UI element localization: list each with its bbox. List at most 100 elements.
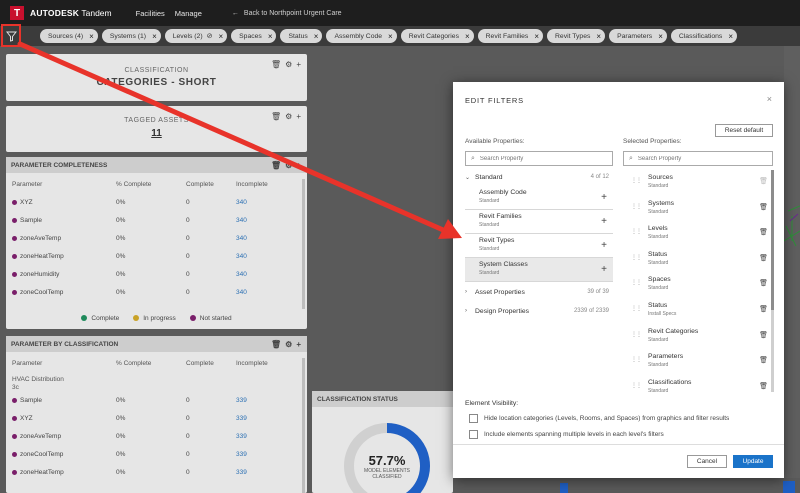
scrollbar[interactable] — [302, 358, 305, 493]
back-link[interactable]: ← Back to Northpoint Urgent Care — [232, 10, 342, 17]
checkbox[interactable] — [469, 414, 478, 423]
incomplete-link[interactable]: 340 — [236, 199, 247, 206]
drag-handle-icon[interactable]: ⋮⋮ — [631, 203, 642, 210]
gear-icon[interactable]: ⚙ — [285, 340, 292, 349]
update-button[interactable]: Update — [733, 455, 773, 468]
drag-handle-icon[interactable]: ⋮⋮ — [631, 254, 642, 261]
incomplete-link[interactable]: 339 — [236, 469, 247, 476]
trash-icon[interactable]: 🗑 — [759, 254, 768, 262]
incomplete-link[interactable]: 340 — [236, 235, 247, 242]
incomplete-link[interactable]: 339 — [236, 433, 247, 440]
cancel-button[interactable]: Cancel — [687, 455, 727, 468]
selected-search[interactable]: ⌕ — [623, 151, 773, 166]
close-icon[interactable]: × — [89, 32, 94, 41]
add-icon[interactable]: + — [601, 240, 607, 251]
close-icon[interactable]: × — [728, 32, 733, 41]
selected-property-item[interactable]: ⋮⋮ Status Install Specs 🗑 — [628, 300, 772, 326]
close-icon[interactable]: × — [314, 32, 319, 41]
table-row[interactable]: Sample 0% 0 339 — [6, 397, 307, 415]
table-row[interactable]: zoneCoolTemp 0% 0 339 — [6, 451, 307, 469]
nav-manage[interactable]: Manage — [175, 9, 202, 18]
tagged-assets-value[interactable]: 11 — [6, 128, 307, 139]
trash-icon[interactable]: 🗑 — [759, 279, 768, 287]
filter-chip[interactable]: Spaces × — [231, 29, 277, 43]
selected-property-item[interactable]: ⋮⋮ Revit Categories Standard 🗑 — [628, 326, 772, 352]
available-property-item[interactable]: System Classes Standard + — [465, 258, 613, 282]
add-icon[interactable]: + — [601, 264, 607, 275]
trash-icon[interactable]: 🗑 — [759, 331, 768, 339]
selected-property-item[interactable]: ⋮⋮ Classifications Standard 🗑 — [628, 377, 772, 403]
incomplete-link[interactable]: 339 — [236, 451, 247, 458]
table-row[interactable]: zoneHeatTemp 0% 0 340 — [6, 253, 307, 271]
checkbox[interactable] — [469, 430, 478, 439]
close-icon[interactable]: × — [152, 32, 157, 41]
nav-facilities[interactable]: Facilities — [136, 9, 165, 18]
incomplete-link[interactable]: 339 — [236, 397, 247, 404]
plus-icon[interactable]: + — [296, 161, 301, 170]
selected-search-input[interactable] — [637, 155, 748, 162]
table-row[interactable]: zoneHumidity 0% 0 340 — [6, 271, 307, 289]
table-row[interactable]: XYZ 0% 0 340 — [6, 199, 307, 217]
reset-default-button[interactable]: Reset default — [715, 124, 773, 137]
incomplete-link[interactable]: 340 — [236, 253, 247, 260]
available-search[interactable]: ⌕ — [465, 151, 613, 166]
incomplete-link[interactable]: 340 — [236, 289, 247, 296]
incomplete-link[interactable]: 340 — [236, 217, 247, 224]
trash-icon[interactable]: 🗑 — [271, 161, 281, 170]
filter-chip[interactable]: Assembly Code × — [326, 29, 397, 43]
drag-handle-icon[interactable]: ⋮⋮ — [631, 356, 642, 363]
drag-handle-icon[interactable]: ⋮⋮ — [631, 177, 642, 184]
tandem-logo[interactable]: T — [10, 6, 24, 20]
trash-icon[interactable]: 🗑 — [759, 203, 768, 211]
close-icon[interactable]: × — [658, 32, 663, 41]
table-row[interactable]: zoneAveTemp 0% 0 339 — [6, 433, 307, 451]
selected-property-item[interactable]: ⋮⋮ Systems Standard 🗑 — [628, 198, 772, 224]
selected-property-item[interactable]: ⋮⋮ Status Standard 🗑 — [628, 249, 772, 275]
close-icon[interactable]: × — [388, 32, 393, 41]
close-icon[interactable]: × — [767, 94, 772, 104]
filter-chip[interactable]: Parameters × — [609, 29, 667, 43]
table-row[interactable]: zoneCoolTemp 0% 0 340 — [6, 289, 307, 307]
eye-off-icon[interactable]: ⊘ — [207, 32, 213, 40]
visibility-option-multi-level[interactable]: Include elements spanning multiple level… — [469, 430, 664, 439]
filter-chip[interactable]: Revit Families × — [477, 29, 543, 43]
table-row[interactable]: Sample 0% 0 340 — [6, 217, 307, 235]
table-row[interactable]: XYZ 0% 0 339 — [6, 415, 307, 433]
trash-icon[interactable]: 🗑 — [759, 382, 768, 390]
available-property-item[interactable]: Revit Types Standard + — [465, 234, 613, 258]
design-properties-header[interactable]: › Design Properties 2339 of 2339 — [465, 304, 613, 318]
filter-chip[interactable]: Sources (4) × — [40, 29, 98, 43]
add-icon[interactable]: + — [601, 192, 607, 203]
available-property-item[interactable]: Assembly Code Standard + — [465, 186, 613, 210]
drag-handle-icon[interactable]: ⋮⋮ — [631, 228, 642, 235]
asset-properties-header[interactable]: › Asset Properties 39 of 39 — [465, 285, 613, 299]
close-icon[interactable]: × — [465, 32, 470, 41]
filter-chip[interactable]: Systems (1) × — [101, 29, 161, 43]
trash-icon[interactable]: 🗑 — [759, 228, 768, 236]
available-property-item[interactable]: Revit Families Standard + — [465, 210, 613, 234]
drag-handle-icon[interactable]: ⋮⋮ — [631, 331, 642, 338]
filter-chip[interactable]: Levels (2) ⊘ × — [164, 29, 228, 43]
drag-handle-icon[interactable]: ⋮⋮ — [631, 382, 642, 389]
filter-chip[interactable]: Revit Types × — [547, 29, 606, 43]
trash-icon[interactable]: 🗑 — [759, 356, 768, 364]
selected-scrollbar[interactable] — [771, 170, 774, 392]
add-icon[interactable]: + — [601, 216, 607, 227]
scrollbar[interactable] — [302, 179, 305, 309]
plus-icon[interactable]: + — [296, 340, 301, 349]
filter-chip[interactable]: Status × — [280, 29, 323, 43]
trash-icon[interactable]: 🗑 — [271, 340, 281, 349]
standard-group-header[interactable]: ⌄ Standard 4 of 12 — [465, 170, 613, 184]
close-icon[interactable]: × — [596, 32, 601, 41]
filter-chip[interactable]: Classifications × — [670, 29, 737, 43]
drag-handle-icon[interactable]: ⋮⋮ — [631, 279, 642, 286]
close-icon[interactable]: × — [268, 32, 273, 41]
viewport-3d[interactable] — [783, 46, 800, 493]
visibility-option-hide-locations[interactable]: Hide location categories (Levels, Rooms,… — [469, 414, 729, 423]
table-row[interactable]: zoneHeatTemp 0% 0 339 — [6, 469, 307, 487]
gear-icon[interactable]: ⚙ — [285, 161, 292, 170]
selected-property-item[interactable]: ⋮⋮ Parameters Standard 🗑 — [628, 351, 772, 377]
close-icon[interactable]: × — [218, 32, 223, 41]
selected-property-item[interactable]: ⋮⋮ Levels Standard 🗑 — [628, 223, 772, 249]
incomplete-link[interactable]: 340 — [236, 271, 247, 278]
